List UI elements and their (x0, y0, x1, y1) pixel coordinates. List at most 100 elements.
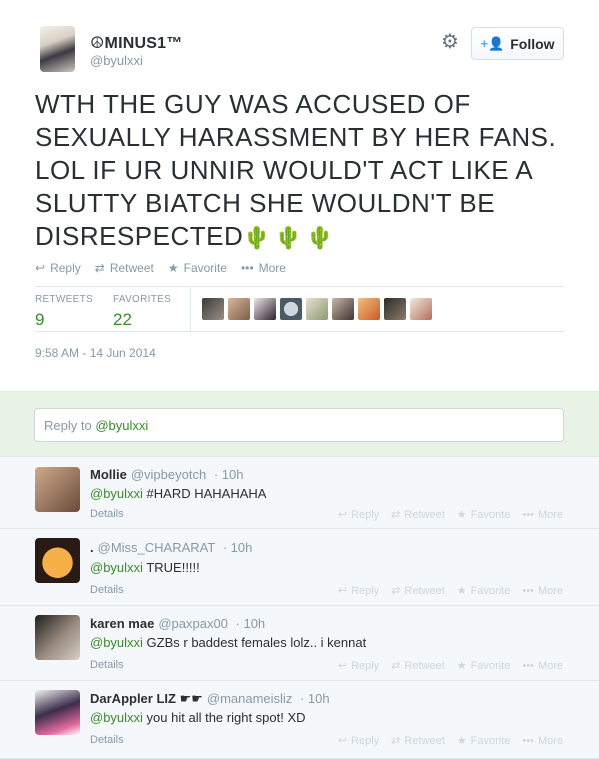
reply-button[interactable]: ↩ Reply (35, 261, 81, 275)
retweet-label: Retweet (109, 261, 154, 275)
reply-actions: ↩ Reply ⇄ Retweet ★ Favorite ••• More (338, 734, 563, 748)
reply-icon: ↩ (337, 585, 348, 597)
gear-icon[interactable]: ⚙ (439, 31, 461, 53)
favoriter-avatar[interactable] (280, 298, 302, 320)
more-icon: ••• (522, 659, 534, 672)
reply-more-button[interactable]: ••• More (522, 659, 563, 672)
reply-author-handle[interactable]: @manameisliz (207, 691, 292, 706)
reply-item[interactable]: . @Miss_CHARARAT · 10h @byulxxi TRUE!!!!!… (0, 529, 599, 606)
reply-author-handle[interactable]: @paxpax00 (158, 616, 228, 631)
reply-favorite-label: Favorite (470, 584, 511, 597)
replies-list: Mollie @vipbeyotch · 10h @byulxxi #HARD H… (0, 457, 599, 759)
reply-retweet-button[interactable]: ⇄ Retweet (391, 659, 445, 673)
more-icon: ••• (240, 261, 254, 275)
retweet-button[interactable]: ⇄ Retweet (95, 261, 154, 275)
favoriter-avatar[interactable] (410, 298, 432, 320)
favoriter-avatar[interactable] (202, 298, 224, 320)
favoriter-avatar[interactable] (254, 298, 276, 320)
reply-time[interactable]: · 10h (236, 616, 266, 631)
reply-avatar[interactable] (35, 690, 80, 735)
star-icon: ★ (456, 585, 467, 597)
reply-more-button[interactable]: ••• More (522, 734, 563, 747)
reply-reply-label: Reply (351, 734, 380, 747)
reply-favorite-button[interactable]: ★ Favorite (456, 584, 511, 598)
favoriter-avatar[interactable] (306, 298, 328, 320)
reply-more-button[interactable]: ••• More (522, 584, 563, 597)
follow-label: Follow (510, 35, 555, 52)
reply-favorite-button[interactable]: ★ Favorite (456, 508, 511, 522)
star-icon: ★ (456, 509, 467, 521)
favoriter-avatar[interactable] (228, 298, 250, 320)
reply-text: @byulxxi you hit all the right spot! XD (90, 710, 306, 725)
reply-mention[interactable]: @byulxxi (90, 635, 143, 650)
author-username[interactable]: @byulxxi (90, 53, 143, 68)
reply-favorite-button[interactable]: ★ Favorite (457, 734, 511, 748)
reply-retweet-button[interactable]: ⇄ Retweet (391, 508, 445, 522)
reply-avatar[interactable] (35, 538, 80, 583)
reply-reply-button[interactable]: ↩ Reply (338, 734, 380, 748)
reply-avatar[interactable] (35, 615, 80, 660)
reply-item[interactable]: karen mae @paxpax00 · 10h @byulxxi GZBs r… (0, 606, 599, 681)
reply-more-label: More (537, 508, 563, 521)
retweet-icon: ⇄ (391, 735, 401, 747)
reply-reply-button[interactable]: ↩ Reply (337, 659, 379, 673)
reply-author-handle[interactable]: @vipbeyotch (131, 467, 206, 482)
retweet-icon: ⇄ (391, 660, 401, 672)
stats-divider (190, 287, 191, 331)
tweet-timestamp[interactable]: 9:58 AM - 14 Jun 2014 (35, 346, 156, 360)
reply-author-name[interactable]: Mollie (90, 467, 127, 482)
reply-mention[interactable]: @byulxxi (90, 560, 143, 575)
follow-button[interactable]: +👤 Follow (471, 27, 564, 60)
reply-favorite-label: Favorite (470, 659, 511, 672)
tweet-text: WTH THE GUY WAS ACCUSED OF SEXUALLY HARA… (35, 88, 565, 254)
more-button[interactable]: ••• More (241, 261, 286, 275)
reply-input-mention: @byulxxi (95, 418, 149, 433)
tweet-stats: RETWEETS 9 FAVORITES 22 (35, 286, 564, 332)
reply-retweet-button[interactable]: ⇄ Retweet (391, 734, 445, 748)
reply-actions: ↩ Reply ⇄ Retweet ★ Favorite ••• More (337, 584, 563, 598)
star-icon: ★ (167, 261, 179, 275)
reply-input[interactable]: Reply to @byulxxi (34, 408, 564, 442)
retweets-stat[interactable]: RETWEETS 9 (35, 294, 93, 330)
favorites-label: FAVORITES (113, 294, 172, 305)
reply-details-link[interactable]: Details (90, 508, 124, 520)
reply-item[interactable]: DarAppler LIZ ☛☛ @manameisliz · 10h @byul… (0, 681, 599, 759)
reply-reply-button[interactable]: ↩ Reply (337, 584, 379, 598)
reply-author-name[interactable]: karen mae (90, 616, 154, 631)
star-icon: ★ (456, 660, 467, 672)
reply-details-link[interactable]: Details (90, 659, 124, 671)
reply-details-link[interactable]: Details (90, 584, 124, 596)
reply-time[interactable]: · 10h (300, 691, 330, 706)
author-fullname[interactable]: ☮MINUS1™ (90, 33, 182, 53)
favoriter-avatar[interactable] (358, 298, 380, 320)
favoriter-avatar[interactable] (384, 298, 406, 320)
reply-time[interactable]: · 10h (214, 467, 244, 482)
favorites-stat[interactable]: FAVORITES 22 (113, 294, 171, 330)
reply-favorite-label: Favorite (470, 508, 511, 521)
reply-mention[interactable]: @byulxxi (90, 710, 143, 725)
more-icon: ••• (522, 734, 534, 747)
favorite-button[interactable]: ★ Favorite (168, 261, 227, 275)
reply-retweet-label: Retweet (404, 584, 445, 597)
reply-author-handle[interactable]: @Miss_CHARARAT (98, 540, 215, 555)
reply-author-name[interactable]: DarAppler LIZ ☛☛ (90, 691, 203, 706)
reply-author-name[interactable]: . (90, 540, 94, 555)
reply-icon: ↩ (337, 660, 348, 672)
favorite-label: Favorite (183, 261, 227, 275)
reply-reply-button[interactable]: ↩ Reply (338, 508, 379, 522)
reply-icon: ↩ (35, 261, 46, 275)
reply-mention[interactable]: @byulxxi (90, 486, 143, 501)
reply-item[interactable]: Mollie @vipbeyotch · 10h @byulxxi #HARD H… (0, 457, 599, 529)
reply-details-link[interactable]: Details (90, 734, 124, 746)
reply-favorite-button[interactable]: ★ Favorite (456, 659, 511, 673)
reply-more-button[interactable]: ••• More (522, 508, 563, 521)
reply-retweet-button[interactable]: ⇄ Retweet (391, 584, 445, 598)
reply-avatar[interactable] (35, 467, 80, 512)
favoriter-avatar[interactable] (332, 298, 354, 320)
reply-header: DarAppler LIZ ☛☛ @manameisliz · 10h (90, 691, 330, 707)
add-user-icon: +👤 (480, 35, 505, 51)
reply-time[interactable]: · 10h (223, 540, 253, 555)
reply-input-prefix: Reply to (44, 418, 96, 433)
reply-text-body: TRUE!!!!! (142, 560, 200, 575)
author-avatar[interactable] (40, 26, 75, 72)
